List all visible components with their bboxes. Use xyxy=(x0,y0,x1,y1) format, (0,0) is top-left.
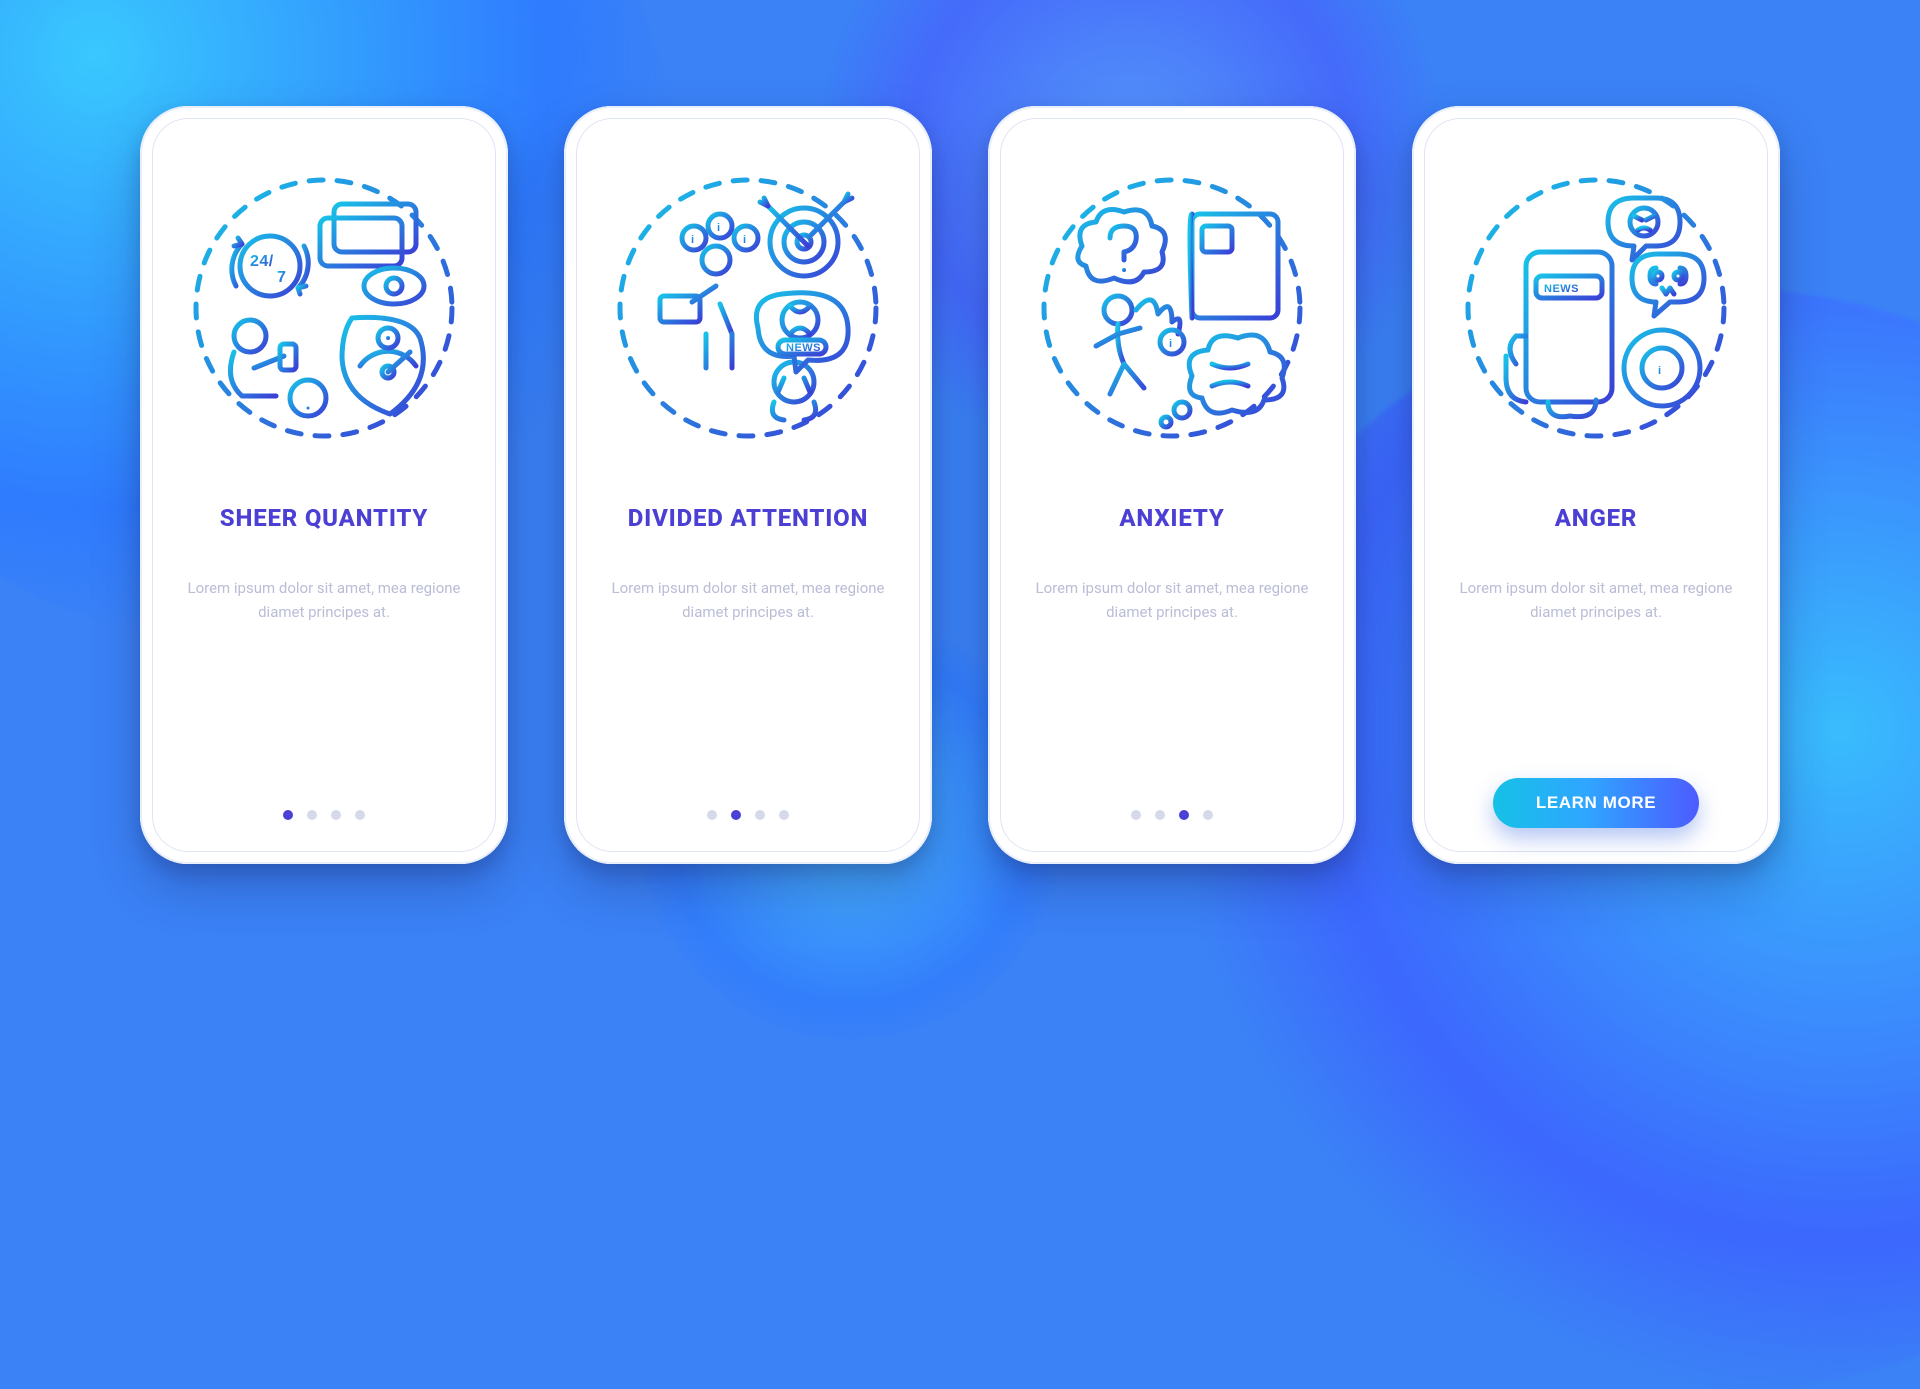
anxiety-icon: i xyxy=(1032,168,1312,448)
onboarding-screen-3: i ANXIETY Lorem ipsum dolor sit amet, me… xyxy=(988,106,1356,864)
screen-title: ANXIETY xyxy=(1119,504,1224,532)
news-badge-text: NEWS xyxy=(1544,283,1579,295)
screen-desc: Lorem ipsum dolor sit amet, mea regione … xyxy=(174,576,474,624)
dot-1[interactable] xyxy=(707,810,717,820)
screen-desc: Lorem ipsum dolor sit amet, mea regione … xyxy=(1022,576,1322,624)
news-badge-text: NEWS xyxy=(786,342,821,354)
dot-4[interactable] xyxy=(355,810,365,820)
dot-2[interactable] xyxy=(731,810,741,820)
dot-2[interactable] xyxy=(307,810,317,820)
dot-1[interactable] xyxy=(283,810,293,820)
divided-attention-icon: i i i NEWS xyxy=(608,168,888,448)
dot-3[interactable] xyxy=(331,810,341,820)
screen-title: DIVIDED ATTENTION xyxy=(628,504,868,532)
onboarding-screen-1: 24/ 7 xyxy=(140,106,508,864)
dot-1[interactable] xyxy=(1131,810,1141,820)
sheer-quantity-icon: 24/ 7 xyxy=(184,168,464,448)
svg-text:i: i xyxy=(743,234,747,246)
badge-7-text: 7 xyxy=(277,269,286,286)
screen-desc: Lorem ipsum dolor sit amet, mea regione … xyxy=(598,576,898,624)
badge-24-text: 24/ xyxy=(250,253,274,270)
onboarding-screen-4: NEWS xyxy=(1412,106,1780,864)
anger-icon: NEWS xyxy=(1456,168,1736,448)
dot-4[interactable] xyxy=(1203,810,1213,820)
dot-2[interactable] xyxy=(1155,810,1165,820)
pagination-dots xyxy=(707,810,789,828)
screen-desc: Lorem ipsum dolor sit amet, mea regione … xyxy=(1446,576,1746,624)
learn-more-button[interactable]: LEARN MORE xyxy=(1493,778,1699,828)
dot-3[interactable] xyxy=(1179,810,1189,820)
onboarding-screen-2: i i i NEWS DIVIDED ATTENTION Lo xyxy=(564,106,932,864)
svg-text:i: i xyxy=(717,222,721,234)
svg-text:i: i xyxy=(691,234,695,246)
svg-text:i: i xyxy=(1169,338,1173,350)
dot-4[interactable] xyxy=(779,810,789,820)
dot-3[interactable] xyxy=(755,810,765,820)
screen-title: ANGER xyxy=(1555,504,1637,532)
onboarding-stage: 24/ 7 xyxy=(140,106,1780,864)
svg-text:i: i xyxy=(1658,365,1662,377)
pagination-dots xyxy=(1131,810,1213,828)
screen-title: SHEER QUANTITY xyxy=(220,504,428,532)
pagination-dots xyxy=(283,810,365,828)
